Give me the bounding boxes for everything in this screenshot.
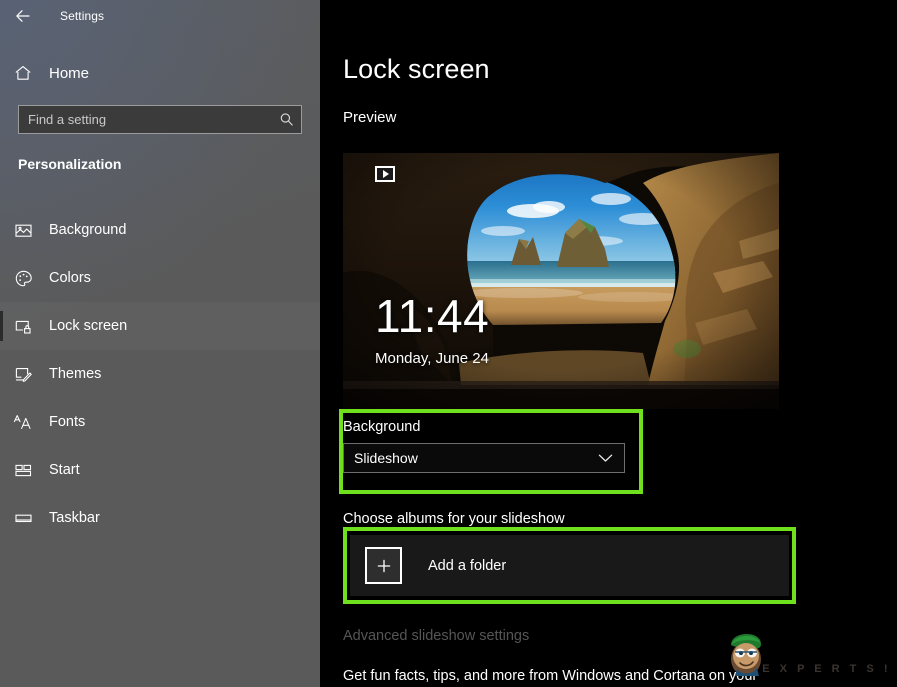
sidebar-item-fonts-label: Fonts [49, 414, 85, 430]
sidebar-item-start[interactable]: Start [0, 446, 320, 494]
background-setting-label: Background [343, 419, 639, 435]
preview-section-label: Preview [343, 109, 396, 126]
background-dropdown[interactable]: Slideshow [343, 443, 625, 473]
play-triangle-icon [383, 170, 389, 178]
selection-indicator [0, 215, 3, 245]
settings-window: Settings Home Personalization [0, 0, 897, 687]
start-tiles-icon [0, 461, 46, 480]
sidebar-item-themes[interactable]: Themes [0, 350, 320, 398]
sidebar-item-home[interactable]: Home [0, 57, 320, 89]
sidebar-item-colors-label: Colors [49, 270, 91, 286]
search-box[interactable] [18, 105, 302, 134]
sidebar-nav-list: Background Colors [0, 206, 320, 542]
sidebar-item-taskbar-label: Taskbar [49, 510, 100, 526]
selection-indicator [0, 263, 3, 293]
sidebar: Settings Home Personalization [0, 0, 320, 687]
cortana-tips-text: Get fun facts, tips, and more from Windo… [343, 668, 757, 684]
sidebar-item-home-label: Home [49, 65, 89, 82]
selection-indicator [0, 455, 3, 485]
slideshow-play-icon [375, 166, 395, 182]
theme-brush-icon [0, 365, 46, 384]
sidebar-item-background[interactable]: Background [0, 206, 320, 254]
palette-icon [0, 269, 46, 288]
background-setting-group: Background Slideshow [343, 419, 639, 473]
lock-screen-preview[interactable]: 11:44 Monday, June 24 [343, 153, 779, 409]
title-bar-label: Settings [60, 9, 104, 23]
albums-section-label: Choose albums for your slideshow [343, 511, 565, 527]
selection-indicator [0, 503, 3, 533]
sidebar-item-themes-label: Themes [49, 366, 101, 382]
selection-indicator [0, 407, 3, 437]
chevron-down-icon [598, 453, 613, 463]
add-folder-label: Add a folder [428, 558, 506, 574]
preview-time: 11:44 [375, 293, 489, 339]
fonts-aa-icon [0, 413, 46, 432]
picture-icon [0, 221, 46, 240]
advanced-slideshow-settings-link[interactable]: Advanced slideshow settings [343, 628, 529, 644]
preview-date: Monday, June 24 [375, 350, 489, 367]
lock-screen-icon [0, 317, 46, 336]
selection-indicator [0, 359, 3, 389]
sidebar-item-taskbar[interactable]: Taskbar [0, 494, 320, 542]
selection-indicator [0, 311, 3, 341]
search-icon[interactable] [271, 112, 301, 127]
sidebar-item-fonts[interactable]: Fonts [0, 398, 320, 446]
plus-icon [365, 547, 402, 584]
home-icon [0, 64, 46, 82]
preview-image [343, 153, 779, 409]
add-folder-button[interactable]: Add a folder [350, 535, 789, 596]
sidebar-item-colors[interactable]: Colors [0, 254, 320, 302]
taskbar-icon [0, 509, 46, 528]
sidebar-item-start-label: Start [49, 462, 80, 478]
background-dropdown-value: Slideshow [344, 450, 418, 466]
sidebar-section-title: Personalization [18, 156, 121, 172]
sidebar-item-lock-screen-label: Lock screen [49, 318, 127, 334]
main-content: Lock screen Preview [320, 0, 897, 687]
back-arrow-icon[interactable] [0, 0, 46, 32]
page-title: Lock screen [343, 54, 490, 85]
title-bar: Settings [0, 0, 320, 32]
sidebar-item-background-label: Background [49, 222, 126, 238]
search-input[interactable] [19, 112, 271, 127]
sidebar-item-lock-screen[interactable]: Lock screen [0, 302, 320, 350]
preview-clock: 11:44 Monday, June 24 [375, 293, 489, 367]
